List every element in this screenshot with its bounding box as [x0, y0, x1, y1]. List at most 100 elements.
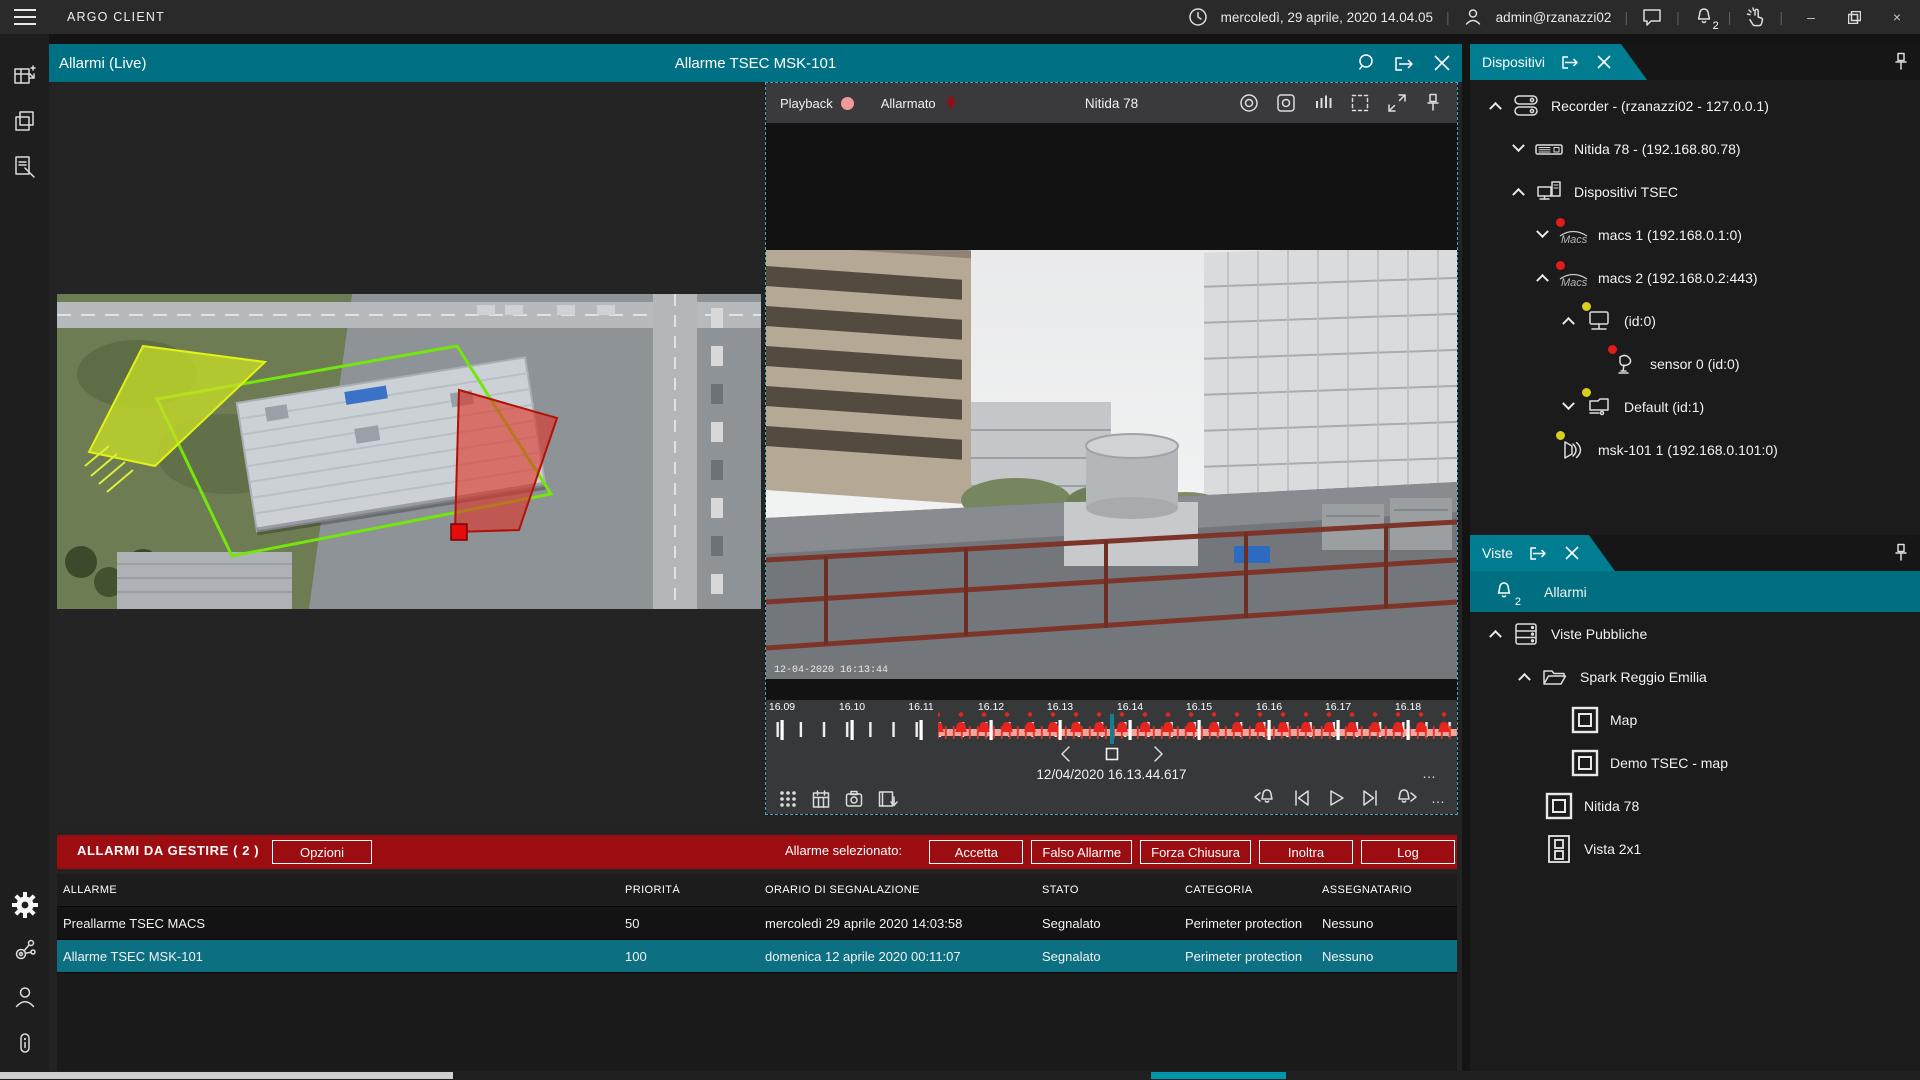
col-categoria: CATEGORIA [1179, 884, 1316, 896]
layouts-icon[interactable] [0, 98, 49, 144]
fullscreen-icon[interactable] [1386, 92, 1408, 114]
alarm-table-row-selected[interactable]: Allarme TSEC MSK-101 100 domenica 12 apr… [57, 940, 1457, 973]
log-button[interactable]: Log [1361, 840, 1455, 864]
devices-tab[interactable]: Dispositivi [1470, 44, 1647, 80]
collapse-caret-icon[interactable] [1506, 187, 1530, 196]
close-button[interactable]: × [1882, 4, 1912, 30]
timeline-track[interactable]: 16.09 16.10 16.11 16.12 16.13 16.14 16.1… [766, 700, 1457, 746]
collapse-caret-icon[interactable] [1556, 316, 1580, 325]
tree-item-macs-2[interactable]: Macs macs 2 (192.168.0.2:443) [1470, 256, 1920, 299]
alarm-table-row[interactable]: Preallarme TSEC MACS 50 mercoledì 29 apr… [57, 907, 1457, 940]
false-alarm-button[interactable]: Falso Allarme [1031, 840, 1132, 864]
more-options-icon[interactable]: … [1422, 765, 1437, 781]
camera-video-area[interactable]: 12-04-2020 16:13:44 [766, 123, 1457, 700]
tree-item-dispositivi-tsec[interactable]: Dispositivi TSEC [1470, 170, 1920, 213]
clock-icon [1188, 7, 1208, 27]
tree-item-vista-2x1[interactable]: Vista 2x1 [1470, 827, 1920, 870]
pin-panel-icon[interactable] [1892, 542, 1910, 564]
forward-button[interactable]: Inoltra [1259, 840, 1353, 864]
undock-icon[interactable] [1392, 52, 1416, 74]
info-icon[interactable] [0, 1020, 49, 1066]
devices-panel: Dispositivi Recorder - (rzanazzi02 - 127… [1470, 44, 1920, 535]
settings-gear-icon[interactable] [0, 882, 49, 928]
chat-icon[interactable] [1641, 7, 1663, 27]
horizontal-scrollbar-thumb[interactable] [0, 1072, 453, 1079]
alarms-bell-icon: 2 [1492, 580, 1516, 604]
expand-caret-icon[interactable] [1556, 402, 1580, 411]
tree-item-viste-pubbliche[interactable]: Viste Pubbliche [1470, 612, 1920, 655]
pin-icon[interactable] [1423, 92, 1443, 114]
force-close-button[interactable]: Forza Chiusura [1140, 840, 1251, 864]
collapse-caret-icon[interactable] [1530, 273, 1554, 282]
tree-item-default-id1[interactable]: Default (id:1) [1470, 385, 1920, 428]
restore-button[interactable] [1839, 4, 1869, 30]
digital-zoom-icon[interactable] [1349, 92, 1371, 114]
camera-widget[interactable]: Playback Allarmato Nitida 78 [765, 82, 1458, 815]
user-profile-icon[interactable] [0, 974, 49, 1020]
selected-alarm-label: Allarme selezionato: [785, 843, 902, 858]
playhead[interactable] [1110, 714, 1114, 744]
map-designer-icon[interactable] [0, 52, 49, 98]
search-icon[interactable] [1354, 52, 1376, 74]
record-icon[interactable] [1238, 92, 1260, 114]
report-edit-icon[interactable] [0, 144, 49, 190]
snapshot-icon[interactable] [1275, 92, 1297, 114]
hamburger-menu-icon[interactable] [0, 8, 49, 26]
grid-view-icon[interactable] [778, 789, 798, 809]
step-back-icon[interactable] [1059, 745, 1071, 763]
tree-item-msk-101[interactable]: msk-101 1 (192.168.0.101:0) [1470, 428, 1920, 471]
more-playback-options-icon[interactable]: … [1431, 790, 1445, 806]
tree-item-label: msk-101 1 (192.168.0.101:0) [1598, 442, 1778, 458]
accept-button[interactable]: Accetta [929, 840, 1023, 864]
status-dot-yellow [1581, 301, 1592, 312]
stop-icon[interactable] [1105, 747, 1119, 761]
tree-item-macs-1[interactable]: Macs macs 1 (192.168.0.1:0) [1470, 213, 1920, 256]
tree-item-id0[interactable]: (id:0) [1470, 299, 1920, 342]
skip-start-icon[interactable] [1291, 787, 1313, 809]
tree-item-demo-tsec-map[interactable]: Demo TSEC - map [1470, 741, 1920, 784]
tree-item-map-view[interactable]: Map [1470, 698, 1920, 741]
tree-item-nitida-78-view[interactable]: Nitida 78 [1470, 784, 1920, 827]
services-gear-icon[interactable] [0, 928, 49, 974]
tree-item-nitida[interactable]: Nitida 78 - (192.168.80.78) [1470, 127, 1920, 170]
close-panel-icon[interactable] [1432, 53, 1452, 73]
notifications-bell-icon[interactable]: 2 [1693, 6, 1715, 28]
expand-caret-icon[interactable] [1506, 144, 1530, 153]
playback-controls: 12/04/2020 16.13.44.617 … … [766, 764, 1457, 814]
export-clip-icon[interactable] [877, 789, 899, 809]
undock-icon[interactable] [1559, 52, 1581, 72]
snapshot-save-icon[interactable] [844, 789, 864, 809]
expand-caret-icon[interactable] [1530, 230, 1554, 239]
minimize-button[interactable]: – [1796, 4, 1826, 30]
pin-panel-icon[interactable] [1892, 51, 1910, 73]
views-tab[interactable]: Viste [1470, 535, 1615, 571]
step-forward-icon[interactable] [1153, 745, 1165, 763]
single-view-icon [1540, 791, 1578, 821]
logged-user: admin@rzanazzi02 [1496, 10, 1612, 25]
tree-item-spark-reggio-emilia[interactable]: Spark Reggio Emilia [1470, 655, 1920, 698]
svg-text:16.09: 16.09 [769, 701, 795, 713]
next-alarm-icon[interactable] [1393, 787, 1419, 809]
collapse-caret-icon[interactable] [1512, 672, 1536, 681]
view-item-allarmi-selected[interactable]: 2 Allarmi [1470, 571, 1920, 612]
audio-levels-icon[interactable] [1312, 92, 1334, 114]
collapse-caret-icon[interactable] [1483, 629, 1507, 638]
undock-icon[interactable] [1527, 543, 1549, 563]
close-tab-icon[interactable] [1563, 544, 1581, 562]
options-button[interactable]: Opzioni [272, 840, 372, 864]
tree-item-label: Dispositivi TSEC [1574, 184, 1678, 200]
gesture-hand-icon[interactable] [1744, 6, 1766, 28]
views-tabstrip: Viste [1470, 535, 1920, 571]
collapse-caret-icon[interactable] [1483, 101, 1507, 110]
calendar-icon[interactable] [811, 789, 831, 809]
map-widget[interactable] [57, 84, 761, 825]
cell-orario: domenica 12 aprile 2020 00:11:07 [759, 949, 1036, 964]
close-tab-icon[interactable] [1595, 53, 1613, 71]
timeline[interactable]: 16.09 16.10 16.11 16.12 16.13 16.14 16.1… [766, 700, 1457, 764]
previous-alarm-icon[interactable] [1253, 787, 1279, 809]
single-view-icon [1566, 705, 1604, 735]
play-icon[interactable] [1325, 787, 1347, 809]
tree-item-recorder[interactable]: Recorder - (rzanazzi02 - 127.0.0.1) [1470, 84, 1920, 127]
tree-item-sensor0[interactable]: sensor 0 (id:0) [1470, 342, 1920, 385]
skip-end-icon[interactable] [1359, 787, 1381, 809]
